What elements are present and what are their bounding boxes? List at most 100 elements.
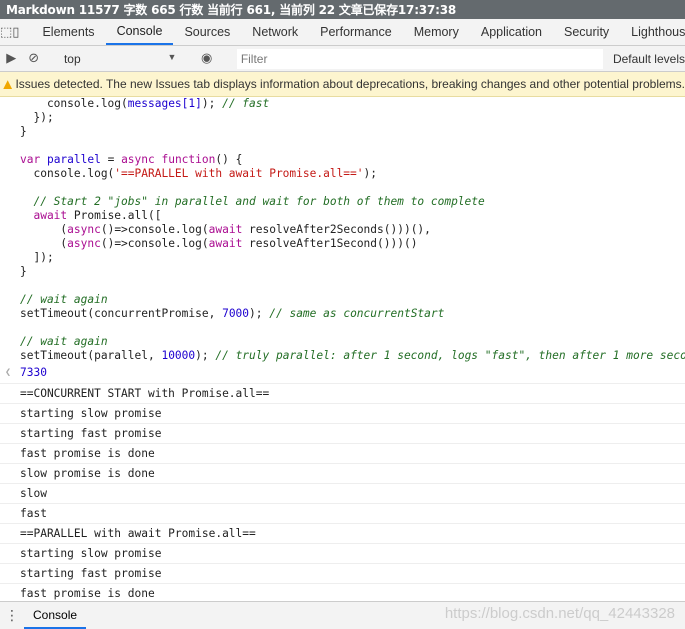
warning-icon: ▲ [0,75,16,93]
code-line: setTimeout(concurrentPromise, 7000); // … [20,307,685,321]
code-token: await [208,223,243,236]
code-line: (async()=>console.log(await resolveAfter… [20,223,685,237]
code-line: // wait again [20,293,685,307]
log-row: ==PARALLEL with await Promise.all== [0,524,685,544]
code-echo: console.log(messages[1]); // fast });} va… [0,97,685,363]
code-token: // same as concurrentStart [269,307,445,320]
code-token: await [208,237,243,250]
code-token: // truly parallel: after 1 second, logs … [215,349,685,362]
code-token: // wait again [20,335,108,348]
tab-network[interactable]: Network [241,19,309,45]
device-toolbar-icon[interactable]: ▯ [12,19,19,45]
code-token: ); [201,97,223,110]
tab-memory[interactable]: Memory [403,19,470,45]
code-token: ( [20,223,68,236]
code-token: resolveAfter2Seconds()))(), [242,223,431,236]
code-token: console.log( [20,167,115,180]
code-token: async [67,223,101,236]
log-row: slow promise is done [0,464,685,484]
tab-elements[interactable]: Elements [31,19,105,45]
log-row: starting fast promise [0,564,685,584]
code-token: var [20,153,47,166]
code-token: Promise.all([ [67,209,162,222]
code-line: console.log(messages[1]); // fast [20,97,685,111]
sidebar-toggle-icon[interactable]: ▶ [0,51,23,66]
tab-application[interactable]: Application [470,19,553,45]
log-row: slow [0,484,685,504]
code-token: } [20,265,27,278]
code-token: async function [121,153,216,166]
clear-console-icon[interactable]: ⊘ [23,51,46,66]
code-token: }); [20,111,54,124]
drawer: ⋮ Console https://blog.csdn.net/qq_42443… [0,601,685,629]
code-token: setTimeout(concurrentPromise, [20,307,223,320]
code-token: messages[1] [127,97,202,110]
context-selector[interactable]: top ▼ [58,52,183,66]
code-token: // fast [222,97,270,110]
console-output[interactable]: console.log(messages[1]); // fast });} va… [0,97,685,601]
code-token: parallel [46,153,101,166]
code-token: setTimeout(parallel, [20,349,162,362]
code-line: } [20,265,685,279]
more-options-icon[interactable]: ⋮ [0,608,24,624]
editor-status-bar: Markdown 11577 字数 665 行数 当前行 661, 当前列 22… [0,0,685,19]
log-row: ==CONCURRENT START with Promise.all== [0,384,685,404]
code-token: console.log( [20,97,128,110]
tab-security[interactable]: Security [553,19,620,45]
tab-performance[interactable]: Performance [309,19,403,45]
watermark: https://blog.csdn.net/qq_42443328 [444,605,675,622]
code-token: ]); [20,251,54,264]
filter-input[interactable]: Filter [236,48,603,69]
code-line: // Start 2 "jobs" in parallel and wait f… [20,195,685,209]
code-line: console.log('==PARALLEL with await Promi… [20,167,685,181]
code-line: setTimeout(parallel, 10000); // truly pa… [20,349,685,363]
live-expression-eye-icon[interactable]: ◉ [195,51,218,66]
log-row: starting slow promise [0,544,685,564]
tab-lighthouse[interactable]: Lighthouse [620,19,685,45]
code-token: ( [20,237,68,250]
log-row: fast promise is done [0,584,685,601]
inspect-element-icon[interactable]: ⬚ [0,19,12,45]
code-line: // wait again [20,335,685,349]
tab-sources[interactable]: Sources [173,19,241,45]
log-levels-dropdown[interactable]: Default levels [613,52,685,66]
code-token: ); [363,167,377,180]
code-line: var parallel = async function() { [20,153,685,167]
log-row: starting slow promise [0,404,685,424]
result-row: ❮ 7330 [0,364,685,384]
tab-console[interactable]: Console [105,19,174,45]
code-line: } [20,125,685,139]
code-token: // wait again [20,293,108,306]
dropdown-arrow-icon: ▼ [167,51,177,62]
code-token: ); [249,307,270,320]
code-token: ); [195,349,216,362]
code-token: 10000 [161,349,196,362]
code-token: = [100,153,122,166]
issues-banner[interactable]: ▲ Issues detected. The new Issues tab di… [0,72,685,97]
code-token: // Start 2 "jobs" in parallel and wait f… [20,195,485,208]
result-arrow-icon: ❮ [5,367,12,378]
drawer-tab-console[interactable]: Console [24,602,87,629]
log-row: fast [0,504,685,524]
code-token: ()=>console.log( [100,237,209,250]
code-token: ()=>console.log( [100,223,209,236]
code-token: '==PARALLEL with await Promise.all==' [114,167,364,180]
issues-text: Issues detected. The new Issues tab disp… [15,77,685,91]
devtools-tabs: ⬚ ▯ Elements Console Sources Network Perform… [0,19,685,46]
code-token: () { [215,153,243,166]
log-row: starting fast promise [0,424,685,444]
log-row: fast promise is done [0,444,685,464]
code-token: 7000 [222,307,250,320]
code-token: await [20,209,68,222]
result-value: 7330 [20,366,47,379]
context-value: top [63,51,81,66]
console-toolbar: ▶ ⊘ top ▼ ◉ Filter Default levels [0,46,685,72]
code-line: await Promise.all([ [20,209,685,223]
code-line: ]); [20,251,685,265]
code-line: }); [20,111,685,125]
code-token: } [20,125,27,138]
